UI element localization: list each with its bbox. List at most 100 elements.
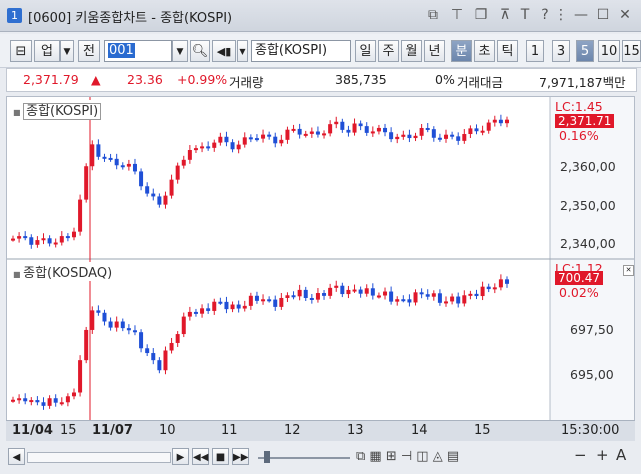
candle-body <box>102 312 107 322</box>
auto-scale-icon[interactable]: A <box>616 446 626 464</box>
candle-body <box>187 311 192 317</box>
candle-body <box>132 163 137 172</box>
candle-body <box>480 286 485 297</box>
zoom-out-icon[interactable]: − <box>574 446 587 464</box>
candle-body <box>389 132 394 140</box>
speaker-dropdown-icon[interactable]: ▼ <box>237 40 248 62</box>
amount-value: 7,971,187백만 <box>539 75 626 90</box>
interval-1[interactable]: 1 <box>526 40 544 62</box>
current-price: 2,371.79 <box>23 72 79 87</box>
kospi-percent-change: 0.16% <box>559 128 599 143</box>
candle-body <box>84 166 89 200</box>
candle-body <box>303 289 308 298</box>
candle-body <box>181 159 186 166</box>
candle-body <box>407 299 412 303</box>
pin-icon[interactable]: ⊤ <box>448 6 466 24</box>
amount-label: 거래대금 <box>457 75 504 90</box>
lock-icon[interactable]: ⊼ <box>496 6 514 24</box>
tool-icons[interactable]: ⧉ ▦ ⊞ ⊣ ◫ ◬ ▤ <box>356 449 459 464</box>
fast-forward-button[interactable]: ▶▶ <box>232 448 249 465</box>
candle-body <box>71 392 76 397</box>
candle-body <box>437 293 442 303</box>
candle-body <box>151 193 156 197</box>
candle-body <box>413 135 418 139</box>
toolbar: ⊟ 업 ▼ 전 001 ▼ 🔍︎ ◀▮ ▼ 종합(KOSPI) 일 주 월 년 … <box>0 34 641 68</box>
candle-body <box>187 150 192 160</box>
candle-body <box>163 195 168 205</box>
price-change: 23.36 <box>127 72 163 87</box>
date-label: 10 <box>159 423 176 438</box>
kosdaq-last-value: 700.47 <box>555 271 603 285</box>
scroll-right-button[interactable]: ▶ <box>172 448 189 465</box>
period-week[interactable]: 주 <box>378 40 399 62</box>
rewind-button[interactable]: ◀◀ <box>192 448 209 465</box>
candle-body <box>248 295 253 306</box>
interval-10[interactable]: 10 <box>598 40 620 62</box>
zoom-in-icon[interactable]: + <box>596 446 609 464</box>
restore-icon[interactable]: ❐ <box>472 6 490 24</box>
link-icon[interactable]: ⧉ <box>424 6 442 24</box>
candle-body <box>230 142 235 150</box>
candle-body <box>200 308 205 314</box>
candle-body <box>23 398 28 402</box>
speaker-icon[interactable]: ◀▮ <box>212 40 236 62</box>
candlestick-chart[interactable] <box>7 97 634 421</box>
candle-body <box>444 301 449 304</box>
candle-body <box>218 136 223 143</box>
market-dropdown-icon[interactable]: ▼ <box>60 40 74 62</box>
market-select[interactable]: 업 <box>34 40 60 62</box>
menu-icon[interactable]: ⋮ <box>552 6 570 24</box>
interval-15[interactable]: 15 <box>622 40 641 62</box>
period-month[interactable]: 월 <box>401 40 422 62</box>
candle-body <box>261 299 266 302</box>
chart-area[interactable]: ■ 종합(KOSPI) LC:1.45 2,371.71 0.16% 2,360… <box>6 96 635 440</box>
panel-close-icon[interactable]: ✕ <box>623 265 634 276</box>
stop-button[interactable]: ■ <box>212 448 229 465</box>
candle-body <box>291 128 296 131</box>
minimize-icon[interactable]: — <box>572 6 590 24</box>
candle-body <box>486 286 491 290</box>
candle-body <box>236 144 241 150</box>
text-icon[interactable]: T <box>516 6 534 24</box>
candle-body <box>11 399 15 402</box>
code-input[interactable]: 001 <box>104 40 172 62</box>
candle-body <box>297 289 302 297</box>
candle-body <box>358 289 363 294</box>
date-label: 11 <box>221 423 238 438</box>
code-dropdown-icon[interactable]: ▼ <box>172 40 188 62</box>
candle-body <box>261 134 266 139</box>
candle-body <box>352 123 357 133</box>
search-icon[interactable]: 🔍︎ <box>190 40 210 62</box>
period-tick[interactable]: 틱 <box>497 40 518 62</box>
candle-body <box>297 128 302 135</box>
period-year[interactable]: 년 <box>424 40 445 62</box>
candle-body <box>35 400 40 403</box>
candle-body <box>151 353 156 361</box>
candle-body <box>346 289 351 295</box>
candle-body <box>230 304 235 310</box>
scrollbar-track[interactable] <box>27 452 171 463</box>
period-day[interactable]: 일 <box>355 40 376 62</box>
candle-body <box>41 402 46 406</box>
candle-body <box>29 400 34 403</box>
interval-3[interactable]: 3 <box>552 40 570 62</box>
candle-body <box>376 127 381 132</box>
all-button[interactable]: 전 <box>78 40 100 62</box>
candle-body <box>206 146 211 149</box>
layout-icon[interactable]: ⊟ <box>10 40 32 62</box>
close-icon[interactable]: ✕ <box>616 6 634 24</box>
maximize-icon[interactable]: ☐ <box>594 6 612 24</box>
candle-body <box>425 127 430 130</box>
interval-5[interactable]: 5 <box>576 40 594 62</box>
candle-body <box>401 134 406 137</box>
candle-body <box>145 186 150 194</box>
period-minute[interactable]: 분 <box>451 40 472 62</box>
candle-body <box>120 165 125 168</box>
window-number-badge: 1 <box>7 8 22 23</box>
period-second[interactable]: 초 <box>474 40 495 62</box>
candle-body <box>462 295 467 304</box>
zoom-slider[interactable] <box>258 450 350 464</box>
scroll-left-button[interactable]: ◀ <box>8 448 25 465</box>
candle-body <box>175 334 180 343</box>
candle-body <box>242 305 247 309</box>
